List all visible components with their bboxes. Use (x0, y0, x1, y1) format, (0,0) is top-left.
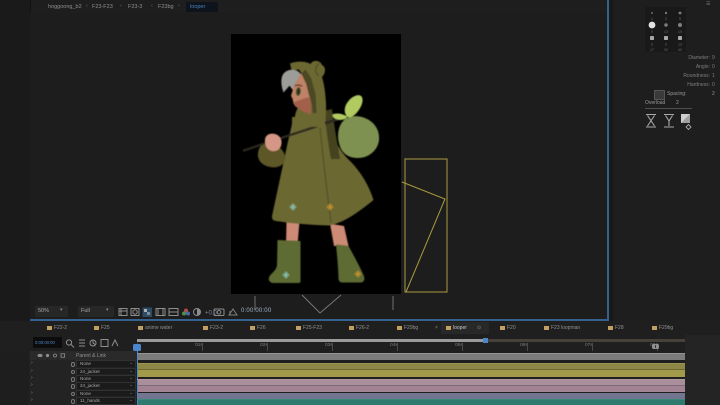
svg-text:19: 19 (678, 30, 682, 34)
svg-text:30: 30 (664, 48, 668, 52)
svg-text:40: 40 (678, 48, 682, 52)
svg-text:1: 1 (651, 17, 653, 21)
svg-text:5: 5 (679, 17, 681, 21)
svg-text:13: 13 (678, 43, 682, 47)
svg-text:5: 5 (651, 43, 653, 47)
svg-text:9: 9 (665, 43, 667, 47)
svg-text:3: 3 (665, 17, 667, 21)
svg-text:17: 17 (650, 48, 654, 52)
svg-text:9: 9 (651, 30, 653, 34)
svg-text:13: 13 (664, 30, 668, 34)
